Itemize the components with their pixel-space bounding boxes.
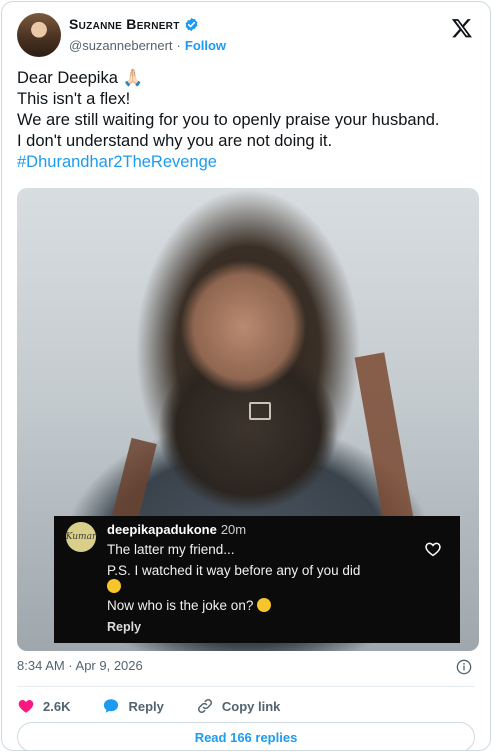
tweet-media-image[interactable]: Kumar deepikapadukone 20m The latter my f… <box>17 188 479 651</box>
comment-username: deepikapadukone <box>107 522 217 537</box>
follow-button[interactable]: Follow <box>185 38 226 53</box>
copy-link-button[interactable]: Copy link <box>196 697 281 715</box>
embedded-comment-screenshot: Kumar deepikapadukone 20m The latter my f… <box>54 516 460 643</box>
reply-label: Reply <box>128 698 164 714</box>
like-count: 2.6K <box>43 698 71 714</box>
tweet-card: Suzanne Bernert @suzannebernert · Follow… <box>1 1 491 751</box>
divider <box>17 686 475 687</box>
comment-avatar: Kumar <box>66 522 96 552</box>
handle-separator: · <box>176 38 181 53</box>
comment-line-text: P.S. I watched it way before any of you … <box>107 563 361 578</box>
info-icon[interactable] <box>456 659 472 675</box>
comment-time: 20m <box>220 522 247 537</box>
tweet-line: Dear Deepika 🙏🏻 <box>17 69 144 87</box>
comment-line: Now who is the joke on? <box>107 598 272 613</box>
author-name[interactable]: Suzanne Bernert <box>69 16 180 32</box>
hashtag-link[interactable]: #Dhurandhar2TheRevenge <box>17 152 478 173</box>
author-avatar[interactable] <box>17 13 61 57</box>
author-handle-row: @suzannebernert · Follow <box>69 38 226 53</box>
tweet-line: I don't understand why you are not doing… <box>17 132 333 150</box>
author-handle[interactable]: @suzannebernert <box>69 38 173 53</box>
copy-link-label: Copy link <box>221 698 281 714</box>
author-name-row: Suzanne Bernert <box>69 16 199 32</box>
pensive-emoji-icon <box>107 579 121 593</box>
comment-emoji-row <box>107 579 121 594</box>
verified-badge-icon <box>185 17 198 31</box>
tweet-header: Suzanne Bernert @suzannebernert · Follow <box>17 13 475 61</box>
tweet-line: We are still waiting for you to openly p… <box>17 111 440 129</box>
tweet-meta: 8:34 AM · Apr 9, 2026 <box>17 658 475 678</box>
comment-header: deepikapadukone 20m <box>107 522 246 537</box>
reply-button[interactable]: Reply <box>102 697 164 715</box>
comment-line: P.S. I watched it way before any of you … <box>107 563 360 578</box>
read-replies-button[interactable]: Read 166 replies <box>17 722 475 750</box>
image-buckle <box>249 402 271 420</box>
tweet-timestamp[interactable]: 8:34 AM · Apr 9, 2026 <box>17 658 143 673</box>
shushing-emoji-icon <box>257 598 272 612</box>
reply-bubble-icon <box>104 699 119 713</box>
comment-heart-icon <box>425 542 441 557</box>
link-icon <box>197 698 212 714</box>
tweet-line: This isn't a flex! <box>17 90 131 108</box>
comment-line-text: Now who is the joke on? <box>107 598 254 613</box>
tweet-actions: 2.6K Reply Copy link <box>17 696 475 716</box>
comment-line: The latter my friend... <box>107 542 235 557</box>
like-button[interactable]: 2.6K <box>17 697 70 715</box>
x-logo-icon[interactable] <box>451 17 473 39</box>
comment-reply-label: Reply <box>107 620 142 634</box>
tweet-text: Dear Deepika 🙏🏻 This isn't a flex! We ar… <box>17 68 478 173</box>
heart-icon <box>18 700 34 713</box>
